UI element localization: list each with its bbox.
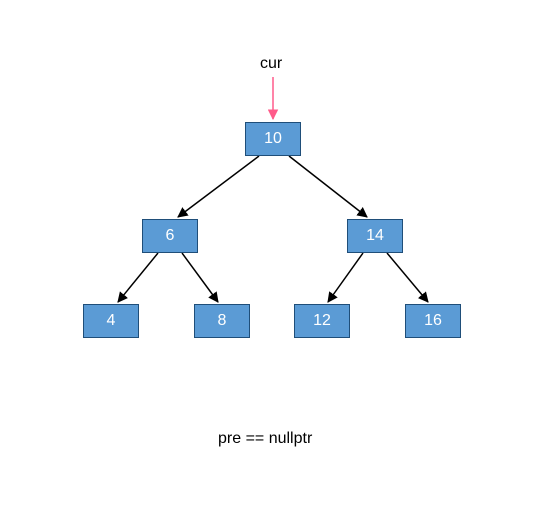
tree-node-r: 14 [347,219,403,253]
edge-10-14 [289,156,367,217]
diagram-canvas: cur 10 6 14 4 8 12 16 pre == nullptr [0,0,556,525]
edge-14-16 [387,253,428,302]
tree-node-l: 6 [142,219,198,253]
tree-node-ll: 4 [83,304,139,338]
tree-node-lr: 8 [194,304,250,338]
edge-14-12 [328,253,363,302]
edge-6-4 [118,253,158,302]
tree-node-rl: 12 [294,304,350,338]
edge-10-6 [178,156,259,217]
tree-node-root: 10 [245,122,301,156]
tree-node-rr: 16 [405,304,461,338]
edge-6-8 [182,253,218,302]
pre-status-text: pre == nullptr [218,430,312,448]
